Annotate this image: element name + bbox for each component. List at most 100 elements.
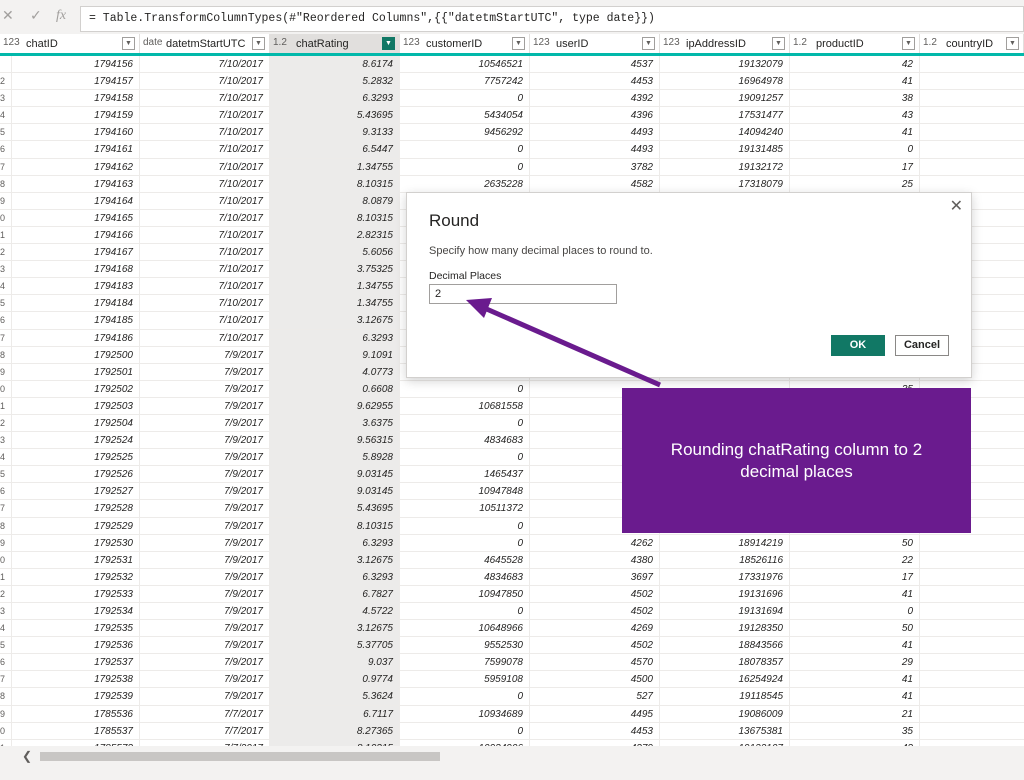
cell-customerid[interactable]: 0 (400, 534, 530, 552)
cell-chatid[interactable]: 1792539 (12, 688, 140, 706)
cell-chatrating[interactable]: 5.43695 (270, 107, 400, 125)
cell-datetmstartutc[interactable]: 7/10/2017 (140, 209, 270, 227)
cell-chatid[interactable]: 1792504 (12, 414, 140, 432)
cell-ipaddressid[interactable]: 19091257 (660, 90, 790, 108)
cell-chatid[interactable]: 1794157 (12, 73, 140, 91)
cell-chatrating[interactable]: 6.5447 (270, 141, 400, 159)
cell-chatid[interactable]: 1785536 (12, 705, 140, 723)
cell-productid[interactable]: 41 (790, 585, 920, 603)
cell-chatid[interactable]: 1794185 (12, 312, 140, 330)
cell-chatrating[interactable]: 0.6608 (270, 380, 400, 398)
cell-ipaddressid[interactable]: 19131485 (660, 141, 790, 159)
cell-productid[interactable]: 41 (790, 637, 920, 655)
cell-chatid[interactable]: 1792527 (12, 483, 140, 501)
column-filter-dropdown-icon[interactable]: ▼ (382, 37, 395, 50)
cell-chatrating[interactable]: 6.3293 (270, 90, 400, 108)
row-number[interactable]: 9 (0, 192, 12, 210)
cell-datetmstartutc[interactable]: 7/9/2017 (140, 637, 270, 655)
cell-chatid[interactable]: 1792538 (12, 671, 140, 689)
cell-chatid[interactable]: 1794162 (12, 158, 140, 176)
row-number[interactable]: 7 (0, 671, 12, 689)
cell-chatrating[interactable]: 2.82315 (270, 226, 400, 244)
cell-userid[interactable]: 3782 (530, 158, 660, 176)
column-filter-dropdown-icon[interactable]: ▼ (772, 37, 785, 50)
column-filter-dropdown-icon[interactable]: ▼ (122, 37, 135, 50)
cell-userid[interactable]: 4493 (530, 141, 660, 159)
column-type-icon[interactable]: 1.2 (923, 37, 937, 48)
cell-ipaddressid[interactable]: 17318079 (660, 175, 790, 193)
cell-chatrating[interactable]: 8.0879 (270, 192, 400, 210)
close-icon[interactable]: ✕ (950, 196, 963, 215)
row-number[interactable]: 3 (0, 90, 12, 108)
cell-userid[interactable]: 4493 (530, 124, 660, 142)
cell-datetmstartutc[interactable]: 7/10/2017 (140, 192, 270, 210)
cell-datetmstartutc[interactable]: 7/9/2017 (140, 585, 270, 603)
cell-datetmstartutc[interactable]: 7/9/2017 (140, 466, 270, 484)
cell-ipaddressid[interactable]: 19086009 (660, 705, 790, 723)
cell-chatid[interactable]: 1792529 (12, 517, 140, 535)
cell-ipaddressid[interactable]: 13675381 (660, 722, 790, 740)
column-header-customerid[interactable]: 123 customerID ▼ (400, 34, 530, 53)
cell-customerid[interactable]: 0 (400, 414, 530, 432)
cell-chatrating[interactable]: 8.6174 (270, 56, 400, 73)
cell-chatid[interactable]: 1794186 (12, 329, 140, 347)
cell-userid[interactable]: 4380 (530, 551, 660, 569)
cell-chatid[interactable]: 1794165 (12, 209, 140, 227)
column-type-icon[interactable]: 1.2 (793, 37, 807, 48)
row-number[interactable]: 9 (0, 705, 12, 723)
decimal-places-input[interactable] (429, 284, 617, 304)
cell-chatrating[interactable]: 3.12675 (270, 312, 400, 330)
row-number[interactable]: 9 (0, 363, 12, 381)
cell-productid[interactable]: 38 (790, 90, 920, 108)
cell-chatid[interactable]: 1792531 (12, 551, 140, 569)
cell-productid[interactable]: 17 (790, 568, 920, 586)
column-filter-dropdown-icon[interactable]: ▼ (252, 37, 265, 50)
row-number[interactable]: 4 (0, 278, 12, 296)
cell-chatrating[interactable]: 5.43695 (270, 500, 400, 518)
cell-userid[interactable]: 4396 (530, 107, 660, 125)
cell-customerid[interactable]: 5434054 (400, 107, 530, 125)
cell-chatrating[interactable]: 1.34755 (270, 278, 400, 296)
cell-ipaddressid[interactable]: 18526116 (660, 551, 790, 569)
column-type-icon[interactable]: 1.2 (273, 37, 287, 48)
cell-chatrating[interactable]: 5.8928 (270, 449, 400, 467)
row-number[interactable]: 5 (0, 466, 12, 484)
row-number[interactable]: 6 (0, 141, 12, 159)
cell-datetmstartutc[interactable]: 7/9/2017 (140, 346, 270, 364)
cell-chatid[interactable]: 1794184 (12, 295, 140, 313)
cell-productid[interactable]: 0 (790, 141, 920, 159)
cell-customerid[interactable]: 0 (400, 380, 530, 398)
cell-datetmstartutc[interactable]: 7/9/2017 (140, 500, 270, 518)
cell-userid[interactable]: 4500 (530, 671, 660, 689)
cell-chatid[interactable]: 1792525 (12, 449, 140, 467)
row-number[interactable]: 8 (0, 346, 12, 364)
cell-chatrating[interactable]: 9.03145 (270, 483, 400, 501)
cell-chatrating[interactable]: 9.037 (270, 654, 400, 672)
cell-chatrating[interactable]: 9.62955 (270, 397, 400, 415)
column-header-userid[interactable]: 123 userID ▼ (530, 34, 660, 53)
cell-customerid[interactable]: 10934689 (400, 705, 530, 723)
cell-customerid[interactable]: 1465437 (400, 466, 530, 484)
cell-chatid[interactable]: 1794164 (12, 192, 140, 210)
formula-input[interactable]: = Table.TransformColumnTypes(#"Reordered… (80, 6, 1024, 32)
cell-chatrating[interactable]: 0.9774 (270, 671, 400, 689)
cell-datetmstartutc[interactable]: 7/9/2017 (140, 688, 270, 706)
row-number[interactable]: 1 (0, 397, 12, 415)
cell-customerid[interactable]: 10947848 (400, 483, 530, 501)
cell-datetmstartutc[interactable]: 7/9/2017 (140, 517, 270, 535)
cell-userid[interactable]: 4582 (530, 175, 660, 193)
cell-userid[interactable]: 4392 (530, 90, 660, 108)
cell-chatid[interactable]: 1792536 (12, 637, 140, 655)
cell-datetmstartutc[interactable]: 7/10/2017 (140, 107, 270, 125)
cell-chatid[interactable]: 1792526 (12, 466, 140, 484)
cell-chatid[interactable]: 1794163 (12, 175, 140, 193)
cell-customerid[interactable]: 10947850 (400, 585, 530, 603)
cell-datetmstartutc[interactable]: 7/10/2017 (140, 329, 270, 347)
cell-productid[interactable]: 35 (790, 722, 920, 740)
cell-customerid[interactable]: 7599078 (400, 654, 530, 672)
cell-chatrating[interactable]: 6.7827 (270, 585, 400, 603)
row-number[interactable]: 3 (0, 603, 12, 620)
row-number[interactable]: 0 (0, 380, 12, 398)
cell-datetmstartutc[interactable]: 7/10/2017 (140, 56, 270, 73)
cell-datetmstartutc[interactable]: 7/9/2017 (140, 432, 270, 450)
